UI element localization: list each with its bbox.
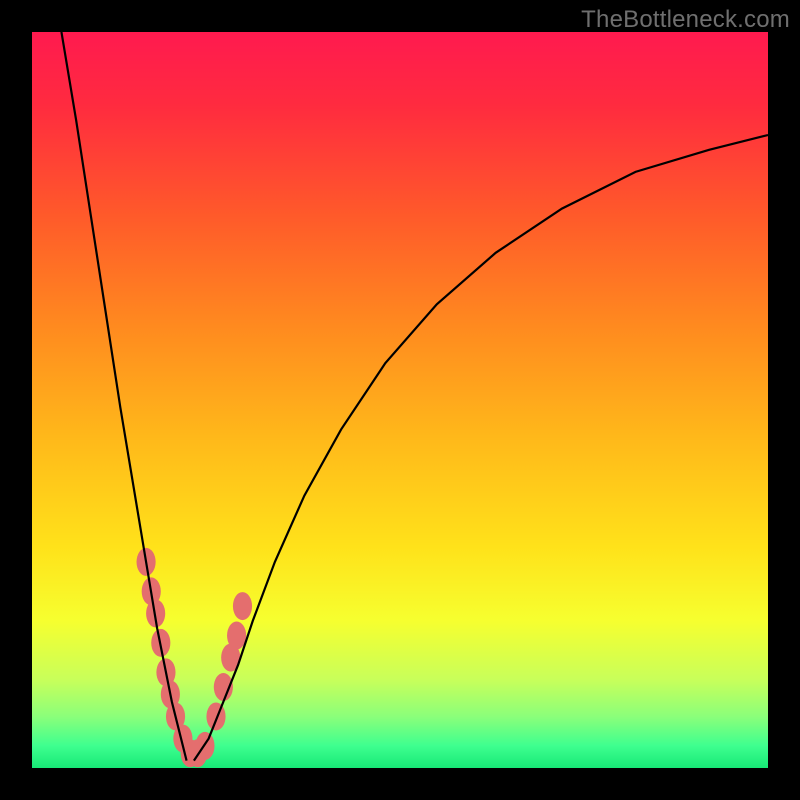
plot-area xyxy=(32,32,768,768)
curve-right-branch xyxy=(194,135,768,761)
watermark-text: TheBottleneck.com xyxy=(581,6,790,34)
chart-frame: TheBottleneck.com xyxy=(0,0,800,800)
data-marker xyxy=(206,702,225,730)
chart-curves xyxy=(32,32,768,768)
data-marker xyxy=(227,622,246,650)
data-markers xyxy=(137,548,253,767)
data-marker xyxy=(233,592,252,620)
